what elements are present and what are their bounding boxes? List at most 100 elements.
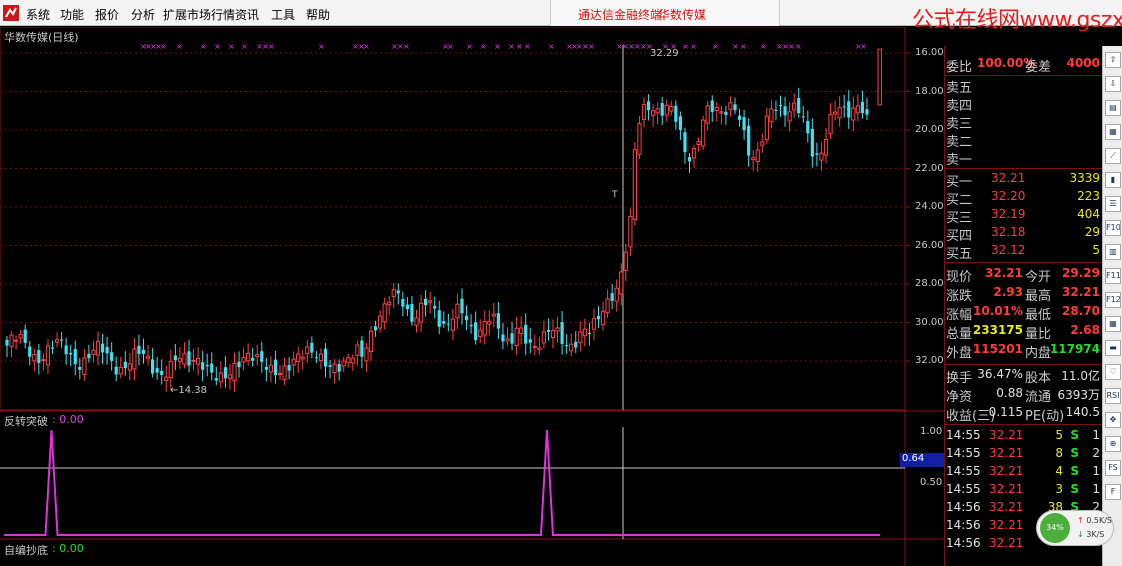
candle [528,327,532,354]
f-icon[interactable]: F [1105,484,1121,500]
stat-row: 涨跌 2.93 最高 32.21 [945,285,1103,304]
bars-icon[interactable]: ▬ [1105,340,1121,356]
sell-label: 卖四 [946,99,973,114]
f12-icon[interactable]: F12 [1105,292,1121,308]
compass-icon[interactable]: ⊕ [1105,436,1121,452]
menu-function[interactable]: 功能 [60,6,84,23]
indicator2-title: 自编抄底 [4,544,48,557]
move-icon[interactable]: ✥ [1105,412,1121,428]
candle [491,302,496,328]
candle [50,340,55,354]
chart-area[interactable]: ××××× × × × × × × × × × × ×× × × × ×× × × × × × × × ××× × × × × × × × ×… [0,27,944,566]
candle [260,341,264,373]
candle [596,306,601,329]
tick-volume: 3 [1055,482,1063,496]
candle [414,309,419,333]
indicator1-ytick-050: 0.50 [920,477,943,488]
table-icon[interactable]: ▦ [1105,316,1121,332]
f11-icon[interactable]: F11 [1105,268,1121,284]
candle [696,137,701,152]
candle [496,301,500,340]
candle [255,344,260,366]
signal-marker: × [160,42,167,51]
candle [123,351,127,376]
candle [487,310,492,336]
candle [837,96,842,127]
tick-price: 32.21 [989,428,1024,442]
candle [719,106,724,125]
f10-icon[interactable]: F10 [1105,220,1121,236]
candle [396,283,400,305]
line-chart-icon[interactable]: ⟋ [1105,148,1121,164]
candle [450,308,455,340]
candle [273,350,278,384]
tick-count: 1 [1092,482,1100,496]
candle [455,293,460,330]
candle [464,305,469,331]
candle [332,359,337,384]
tick-price: 32.21 [989,464,1024,478]
menu-extended-market[interactable]: 扩展市场行情 [163,6,235,23]
menu-tools[interactable]: 工具 [271,6,295,23]
network-speed-widget[interactable]: 34% ↑ 0.5K/S ↓ 3K/S [1036,510,1114,546]
rsi-icon[interactable]: RSI [1105,388,1121,404]
candle [687,152,692,173]
arrow-up-icon[interactable]: ⇧ [1105,52,1121,68]
signal-marker: × [268,42,275,51]
candle [550,319,556,349]
menu-system[interactable]: 系统 [26,6,50,23]
signal-marker: × [516,42,523,51]
candle-icon[interactable]: ▮ [1105,172,1121,188]
fs-icon[interactable]: FS [1105,460,1121,476]
tick-price: 32.21 [989,500,1024,514]
tick-time: 14:56 [946,536,981,550]
candle [210,352,214,381]
grid-icon[interactable]: ▦ [1105,124,1121,140]
high-price-label: 32.29 [650,48,679,59]
signal-marker: × [241,42,248,51]
buy-volume: 29 [1084,225,1100,239]
candle [860,90,864,119]
candle [387,295,392,315]
download-speed: 3K/S [1086,530,1105,539]
candle [9,330,14,358]
candle [628,208,633,257]
candle [196,346,201,376]
buy-row: 买四 32.18 29 [945,225,1103,244]
tick-price: 32.21 [989,518,1024,532]
candle [641,97,647,128]
candle [160,359,164,385]
signal-marker: × [214,42,221,51]
menu-quote[interactable]: 报价 [95,6,119,23]
heart-icon[interactable]: ♡ [1105,364,1121,380]
candle [305,340,310,363]
candle [569,333,574,357]
candle [177,347,183,369]
candle [815,142,819,167]
candle [341,356,346,373]
candle [760,133,765,153]
arrow-down-icon[interactable]: ⇩ [1105,76,1121,92]
menu-help[interactable]: 帮助 [306,6,330,23]
buy-row: 买三 32.19 404 [945,207,1103,226]
signal-marker: × [760,42,767,51]
candle [705,100,710,131]
price-tick-label: 32.00 [915,355,944,366]
price-tick-label: 22.00 [915,162,944,174]
candle [560,311,564,355]
candle [382,297,387,330]
weicha-label: 委差 [1025,60,1052,75]
book-icon[interactable]: ▤ [1105,100,1121,116]
candle [328,359,332,379]
doc-icon[interactable]: ▥ [1105,244,1121,260]
menu-analysis[interactable]: 分析 [131,6,155,23]
tick-direction: S [1070,464,1079,478]
candle [501,323,505,350]
candle [360,335,364,369]
buy-price: 32.21 [991,171,1026,185]
menu-news[interactable]: 资讯 [235,6,259,23]
sell-label: 卖二 [946,135,973,150]
signal-marker: × [524,42,531,51]
candle [428,291,433,314]
list-icon[interactable]: ☰ [1105,196,1121,212]
